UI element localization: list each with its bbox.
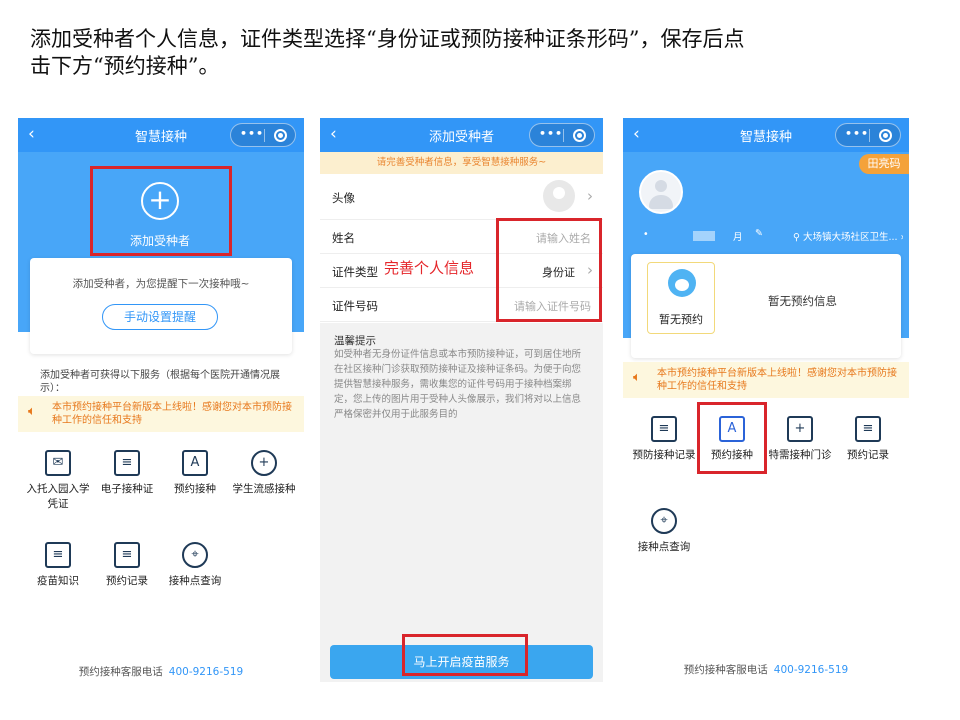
tips-title: 温馨提示 xyxy=(334,335,376,347)
grid-item-special-clinic[interactable]: + 特需接种门诊 xyxy=(767,416,833,463)
nav-bar: ‹ 智慧接种 ••• xyxy=(623,118,909,152)
set-reminder-button[interactable]: 手动设置提醒 xyxy=(102,304,218,330)
grid-item-admission-certificate[interactable]: ✉ 入托入园入学凭证 xyxy=(25,450,91,512)
service-note: 添加受种者可获得以下服务（根据每个医院开通情况展示）： xyxy=(40,370,280,394)
highlight-box-add xyxy=(90,166,232,256)
age-month: 月 xyxy=(733,232,743,243)
miniapp-capsule[interactable]: ••• xyxy=(835,123,901,147)
notice-text: 本市预约接种平台新版本上线啦！感谢您对本市预防接种工作的信任和支持 xyxy=(52,402,292,426)
mascot-label: 暂无预约 xyxy=(659,313,703,326)
grid-label: 学生流感接种 xyxy=(232,483,296,495)
clinic-icon: + xyxy=(787,416,813,442)
instruction-line-2: 击下方“预约接种”。 xyxy=(30,54,220,78)
grid-label: 预防接种记录 xyxy=(632,449,696,461)
more-icon[interactable]: ••• xyxy=(240,127,264,140)
grid-item-e-vaccination-card[interactable]: ≡ 电子接种证 xyxy=(94,450,160,497)
grid-label: 疫苗知识 xyxy=(37,575,79,587)
miniapp-capsule[interactable]: ••• xyxy=(230,123,296,147)
highlight-box-book xyxy=(697,402,767,474)
avatar-row[interactable]: 头像 › xyxy=(320,174,603,220)
clipboard-icon: A xyxy=(182,450,208,476)
instruction-line-1: 添加受种者个人信息，证件类型选择“身份证或预防接种证条形码”，保存后点 xyxy=(30,27,745,51)
grid-item-student-flu[interactable]: + 学生流感接种 xyxy=(231,450,297,497)
grid-label: 预约接种 xyxy=(174,483,216,495)
hotline-label: 预约接种客服电话 xyxy=(683,664,768,676)
tips-body: 如受种者无身份证件信息或本市预防接种证，可到居住地所在社区接种门诊获取预防接种证… xyxy=(334,349,582,420)
screenshot-add-recipient: ‹ 添加受种者 ••• 请完善受种者信息，享受智慧接种服务~ 头像 › 姓名 请… xyxy=(320,118,603,682)
nav-bar: ‹ 添加受种者 ••• xyxy=(320,118,603,152)
screenshot-home: ‹ 智慧接种 ••• + 添加受种者 添加受种者，为您提醒下一次接种哦~ 手动设… xyxy=(18,118,304,684)
document-number-label: 证件号码 xyxy=(332,299,378,313)
mascot-icon xyxy=(668,269,696,297)
close-target-icon[interactable] xyxy=(274,129,287,142)
speaker-icon: 🔈︎ xyxy=(633,370,641,385)
highlight-box-form xyxy=(496,218,602,322)
close-target-icon[interactable] xyxy=(879,129,892,142)
grid-label: 特需接种门诊 xyxy=(768,449,832,461)
more-icon[interactable]: ••• xyxy=(539,127,563,140)
close-target-icon[interactable] xyxy=(573,129,586,142)
grid-item-vaccine-knowledge[interactable]: ≡ 疫苗知识 xyxy=(25,542,91,589)
edit-icon[interactable]: ✎ xyxy=(755,228,763,239)
grid-item-appointment-records[interactable]: ≡ 预约记录 xyxy=(835,416,901,463)
grid-label: 接种点查询 xyxy=(637,541,691,553)
document-icon: ≡ xyxy=(114,542,140,568)
chevron-right-icon: › xyxy=(587,187,593,205)
document-icon: ≡ xyxy=(855,416,881,442)
miniapp-capsule[interactable]: ••• xyxy=(529,123,595,147)
notice-bar: 🔈︎ 本市预约接种平台新版本上线啦！感谢您对本市预防接种工作的信任和支持 xyxy=(623,362,909,398)
grid-label: 接种点查询 xyxy=(168,575,222,587)
annotation-text: 完善个人信息 xyxy=(384,259,475,277)
avatar-label: 头像 xyxy=(332,191,355,205)
speaker-icon: 🔈︎ xyxy=(28,404,36,419)
service-hotline: 预约接种客服电话 400-9216-519 xyxy=(623,662,909,677)
hotline-label: 预约接种客服电话 xyxy=(78,666,163,678)
grid-label: 预约记录 xyxy=(847,449,889,461)
reminder-text: 添加受种者，为您提醒下一次接种哦~ xyxy=(72,278,250,290)
info-banner: 请完善受种者信息，享受智慧接种服务~ xyxy=(320,152,603,174)
grid-item-site-query[interactable]: ⌖ 接种点查询 xyxy=(162,542,228,589)
mask-icon: + xyxy=(251,450,277,476)
location-icon: ⌖ xyxy=(651,508,677,534)
more-icon[interactable]: ••• xyxy=(845,127,869,140)
id-card-icon: ≡ xyxy=(114,450,140,476)
highlight-box-submit xyxy=(402,634,528,676)
grid-item-site-query[interactable]: ⌖ 接种点查询 xyxy=(631,508,697,555)
grid-item-book-vaccination[interactable]: A 预约接种 xyxy=(162,450,228,497)
reminder-card: 添加受种者，为您提醒下一次接种哦~ 手动设置提醒 xyxy=(30,258,292,354)
nav-bar: ‹ 智慧接种 ••• xyxy=(18,118,304,152)
hotline-number[interactable]: 400-9216-519 xyxy=(774,664,848,676)
envelope-icon: ✉ xyxy=(45,450,71,476)
book-icon: ≡ xyxy=(45,542,71,568)
show-code-button[interactable]: 田亮码 xyxy=(859,154,909,174)
avatar[interactable] xyxy=(639,170,683,214)
name-label: 姓名 xyxy=(332,231,355,245)
notice-text: 本市预约接种平台新版本上线啦！感谢您对本市预防接种工作的信任和支持 xyxy=(657,368,897,392)
recipient-info: • 月 ✎ ⚲ 大场镇大场社区卫生... › xyxy=(643,228,903,243)
grid-label: 电子接种证 xyxy=(100,483,154,495)
blurred-name xyxy=(693,231,715,241)
screenshot-home-with-recipient: ‹ 智慧接种 ••• 田亮码 • 月 ✎ ⚲ 大场镇大场社区卫生... › 暂无… xyxy=(623,118,909,684)
notice-bar: 🔈︎ 本市预约接种平台新版本上线啦！感谢您对本市预防接种工作的信任和支持 xyxy=(18,396,304,432)
avatar-placeholder[interactable] xyxy=(543,180,575,212)
document-type-label: 证件类型 xyxy=(332,265,378,279)
tips-section: 温馨提示 如受种者无身份证件信息或本市预防接种证，可到居住地所在社区接种门诊获取… xyxy=(320,323,603,682)
grid-item-appointment-records[interactable]: ≡ 预约记录 xyxy=(94,542,160,589)
location-icon: ⌖ xyxy=(182,542,208,568)
grid-item-vaccination-records[interactable]: ≡ 预防接种记录 xyxy=(631,416,697,463)
grid-label: 预约记录 xyxy=(106,575,148,587)
grid-label: 入托入园入学凭证 xyxy=(26,483,90,510)
hotline-number[interactable]: 400-9216-519 xyxy=(169,666,243,678)
clinic-location[interactable]: ⚲ 大场镇大场社区卫生... › xyxy=(793,229,903,243)
service-hotline: 预约接种客服电话 400-9216-519 xyxy=(18,664,304,679)
id-card-icon: ≡ xyxy=(651,416,677,442)
instruction-text: 添加受种者个人信息，证件类型选择“身份证或预防接种证条形码”，保存后点 击下方“… xyxy=(30,26,930,80)
no-appointment-text: 暂无预约信息 xyxy=(768,294,837,308)
mascot-illustration: 暂无预约 xyxy=(647,262,715,334)
